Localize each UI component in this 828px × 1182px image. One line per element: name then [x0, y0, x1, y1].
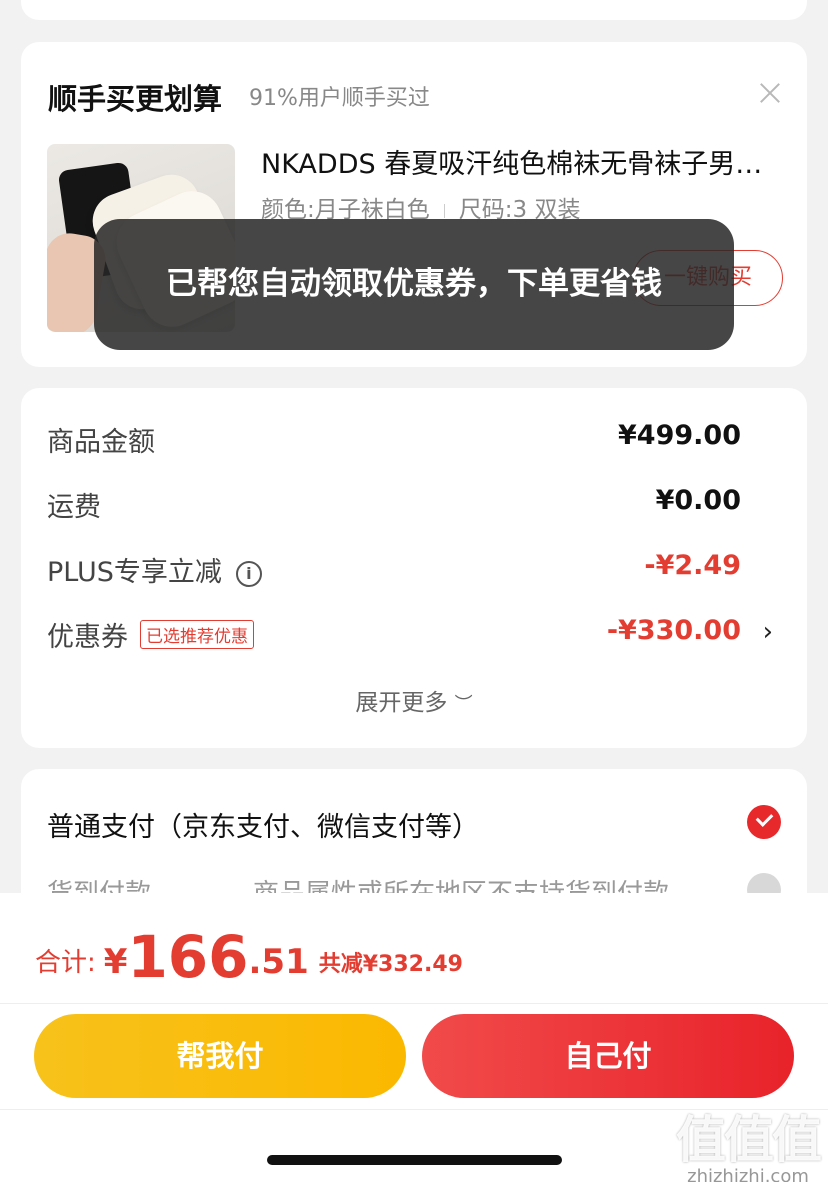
row-label: 商品金额 — [47, 427, 155, 458]
watermark-text: zhizhizhi.com — [687, 1166, 809, 1182]
suggestion-subtitle: 91%用户顺手买过 — [249, 86, 430, 111]
row-value: -¥2.49 — [644, 550, 741, 581]
total-decimal: .51 — [248, 942, 309, 982]
price-row-coupon[interactable]: 优惠券 已选推荐优惠 -¥330.00 › — [47, 615, 781, 655]
price-detail-card: 商品金额 ¥499.00 运费 ¥0.00 PLUS专享立减 i -¥2.49 优… — [21, 388, 807, 748]
coupon-label-text: 优惠券 — [47, 622, 128, 653]
checked-icon[interactable] — [747, 805, 781, 839]
total-discount: 共减¥332.49 — [318, 952, 463, 977]
suggestion-title: 顺手买更划算 — [48, 82, 223, 116]
row-value: ¥499.00 — [618, 420, 741, 451]
site-watermark: 值值值 zhizhizhi.com — [676, 1100, 822, 1182]
row-value: -¥330.00 — [606, 615, 741, 646]
home-indicator[interactable] — [267, 1155, 562, 1165]
row-label: 优惠券 已选推荐优惠 — [47, 615, 254, 654]
plus-label-text: PLUS专享立减 — [47, 557, 222, 588]
payment-option-normal[interactable]: 普通支付（京东支付、微信支付等） — [47, 805, 479, 844]
currency-symbol: ¥ — [103, 942, 128, 982]
total-label: 合计: — [35, 948, 96, 978]
coupon-toast: 已帮您自动领取优惠券，下单更省钱 — [94, 219, 734, 350]
pay-myself-button[interactable]: 自己付 — [422, 1014, 794, 1098]
total-amount: 合计: ¥166.51 共减¥332.49 — [35, 923, 463, 991]
divider — [0, 1003, 828, 1004]
price-row-goods: 商品金额 ¥499.00 — [47, 420, 781, 460]
close-icon[interactable] — [759, 82, 781, 104]
price-row-plus: PLUS专享立减 i -¥2.49 — [47, 550, 781, 590]
watermark-logo: 值值值 — [676, 1111, 822, 1169]
spec-divider — [443, 203, 445, 218]
chevron-down-icon: ︶ — [454, 694, 473, 715]
previous-card — [21, 0, 807, 20]
product-name[interactable]: NKADDS 春夏吸汗纯色棉袜无骨袜子男女中筒袜 — [261, 142, 787, 181]
expand-more-button[interactable]: 展开更多 ︶ — [21, 683, 807, 717]
recommended-badge: 已选推荐优惠 — [140, 620, 254, 649]
row-label: PLUS专享立减 i — [47, 550, 262, 589]
row-value: ¥0.00 — [655, 485, 741, 516]
help-me-pay-button[interactable]: 帮我付 — [34, 1014, 406, 1098]
info-icon[interactable]: i — [235, 561, 262, 587]
row-label: 运费 — [47, 492, 101, 523]
price-row-shipping: 运费 ¥0.00 — [47, 485, 781, 525]
total-integer: 166 — [127, 923, 249, 991]
expand-label: 展开更多 — [355, 690, 448, 716]
chevron-right-icon[interactable]: › — [763, 617, 773, 647]
